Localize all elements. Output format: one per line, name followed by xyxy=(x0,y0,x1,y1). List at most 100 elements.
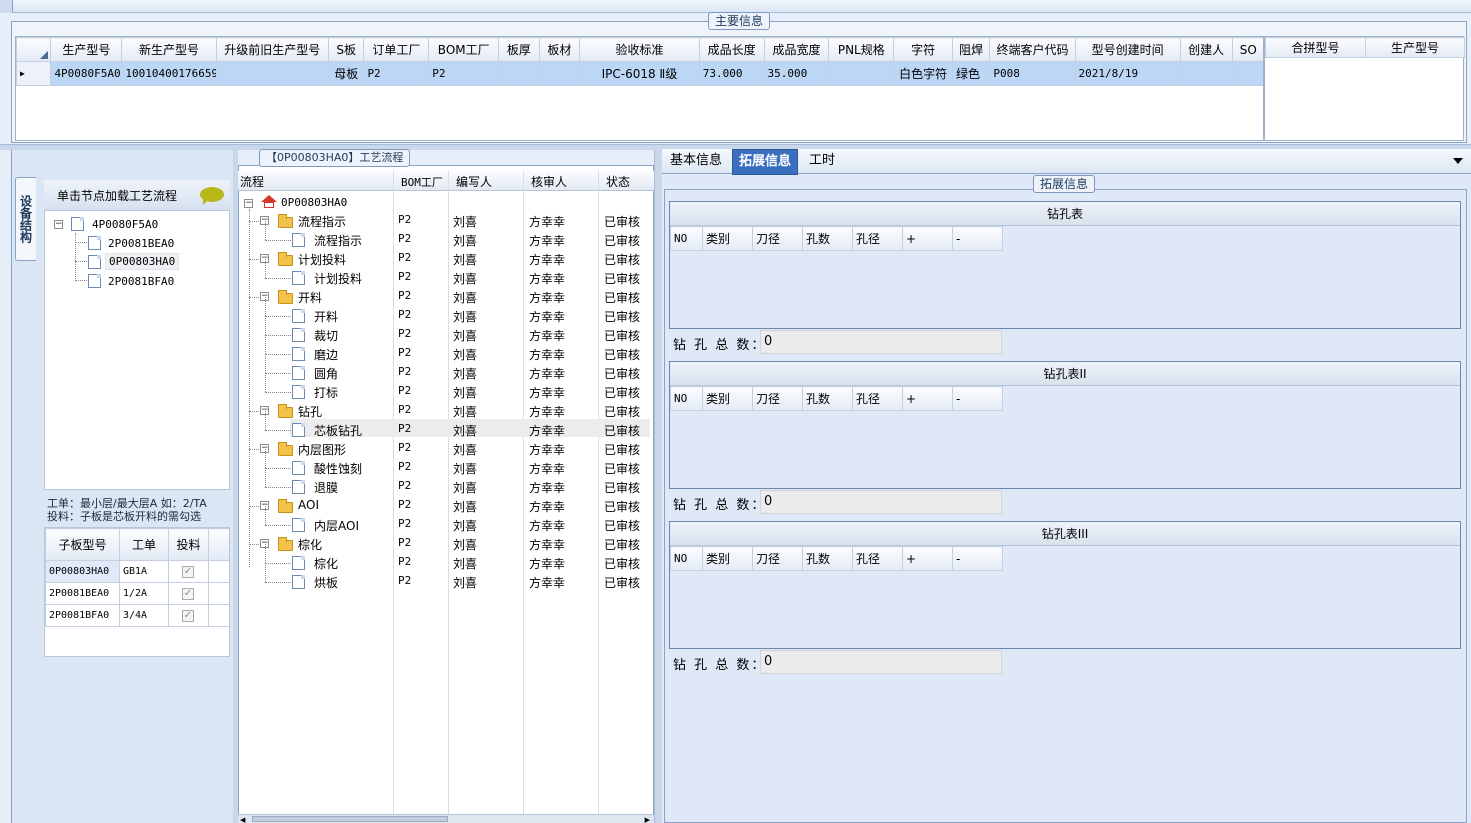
sub-col-header[interactable]: 工单 xyxy=(119,528,169,561)
column-header[interactable]: SO xyxy=(1231,37,1263,62)
column-header[interactable]: 新生产型号 xyxy=(121,37,217,62)
sub-board-row[interactable]: 2P0081BFA0 3/4A ✓ xyxy=(45,604,229,627)
process-row[interactable]: 计划投料 P2 刘喜 方幸幸 已审核 xyxy=(238,259,654,287)
middle-splitter[interactable] xyxy=(654,150,662,823)
column-header[interactable]: 创建人 xyxy=(1179,37,1233,62)
drill-col-header[interactable]: - xyxy=(952,546,1003,571)
drill-col-header[interactable]: - xyxy=(952,386,1003,411)
feed-checkbox[interactable]: ✓ xyxy=(182,588,194,600)
column-header[interactable]: 型号创建时间 xyxy=(1074,37,1181,62)
process-row[interactable]: 棕化 P2 刘喜 方幸幸 已审核 xyxy=(238,544,654,572)
drill-col-header[interactable]: 孔数 xyxy=(802,386,853,411)
process-row[interactable]: 内层AOI P2 刘喜 方幸幸 已审核 xyxy=(238,506,654,534)
process-row[interactable]: 开料 P2 刘喜 方幸幸 已审核 xyxy=(238,297,654,325)
drill-col-header[interactable]: NO xyxy=(670,226,703,251)
tree-node-selected[interactable]: 0P00803HA0 xyxy=(105,253,180,270)
corner-cell[interactable] xyxy=(16,37,52,62)
sub-col-header[interactable]: 子板型号 xyxy=(45,528,120,561)
tree-node[interactable]: 2P0081BFA0 xyxy=(108,275,174,288)
process-col-header[interactable]: 流程 xyxy=(240,173,264,190)
column-header[interactable]: 阻焊 xyxy=(951,37,991,62)
merge-col-header[interactable]: 合拼型号 xyxy=(1265,37,1366,58)
drill-col-header[interactable]: + xyxy=(902,386,953,411)
data-cell[interactable]: 绿色 xyxy=(951,61,991,86)
data-cell[interactable] xyxy=(828,61,895,86)
main-info-data-row[interactable]: ▶ 4P0080F5A0 10010400176659 母板 P2 P2 IPC-6018… xyxy=(16,61,1263,86)
process-row[interactable]: − AOI P2 刘喜 方幸幸 已审核 xyxy=(238,496,654,515)
process-row[interactable]: − 计划投料 P2 刘喜 方幸幸 已审核 xyxy=(238,249,654,268)
drill-col-header[interactable]: 刀径 xyxy=(752,386,803,411)
feed-checkbox[interactable]: ✓ xyxy=(182,566,194,578)
drill-col-header[interactable]: + xyxy=(902,226,953,251)
process-row[interactable]: − 内层图形 P2 刘喜 方幸幸 已审核 xyxy=(238,439,654,458)
process-row[interactable]: − 棕化 P2 刘喜 方幸幸 已审核 xyxy=(238,534,654,553)
data-cell[interactable] xyxy=(538,61,581,86)
row-indicator[interactable]: ▶ xyxy=(16,61,52,86)
drill-total-field[interactable]: 0 xyxy=(760,650,1002,674)
drill-col-header[interactable]: 孔径 xyxy=(852,546,903,571)
data-cell[interactable]: 2021/8/19 xyxy=(1074,61,1181,86)
data-cell[interactable]: P008 xyxy=(989,61,1076,86)
data-cell[interactable]: 73.000 xyxy=(698,61,765,86)
data-cell[interactable] xyxy=(1231,61,1263,86)
column-header[interactable]: PNL规格 xyxy=(828,37,895,62)
collapse-icon[interactable]: − xyxy=(244,199,253,208)
column-header[interactable]: 成品长度 xyxy=(698,37,765,62)
column-header[interactable]: S板 xyxy=(327,37,365,62)
process-row[interactable]: 裁切 P2 刘喜 方幸幸 已审核 xyxy=(238,316,654,344)
process-col-header[interactable]: 状态 xyxy=(606,173,630,190)
drill-total-field[interactable]: 0 xyxy=(760,330,1002,354)
sub-order-cell[interactable]: GB1A xyxy=(119,560,169,583)
sub-order-cell[interactable]: 1/2A xyxy=(119,582,169,605)
data-cell[interactable]: 35.000 xyxy=(763,61,830,86)
drill-col-header[interactable]: - xyxy=(952,226,1003,251)
data-cell[interactable]: IPC-6018 Ⅱ级 xyxy=(579,61,700,86)
process-row[interactable]: 退膜 P2 刘喜 方幸幸 已审核 xyxy=(238,468,654,496)
sub-col-header[interactable]: 投料 xyxy=(168,528,209,561)
data-cell[interactable]: 10010400176659 xyxy=(121,61,217,86)
process-col-header[interactable]: 核审人 xyxy=(531,173,567,190)
column-header[interactable]: 订单工厂 xyxy=(363,37,430,62)
sub-board-row[interactable]: 0P00803HA0 GB1A ✓ xyxy=(45,560,229,583)
drill-col-header[interactable]: 孔径 xyxy=(852,386,903,411)
drill-col-header[interactable]: 孔数 xyxy=(802,226,853,251)
collapse-icon[interactable]: − xyxy=(54,220,63,229)
process-row[interactable]: 圆角 P2 刘喜 方幸幸 已审核 xyxy=(238,354,654,382)
vertical-tab-device-structure[interactable]: 设备结构 xyxy=(15,177,36,261)
scroll-thumb[interactable] xyxy=(252,816,448,822)
process-col-header[interactable]: 编写人 xyxy=(456,173,492,190)
column-header[interactable]: 生产型号 xyxy=(50,37,123,62)
data-cell[interactable]: 4P0080F5A0 xyxy=(50,61,123,86)
sub-order-cell[interactable]: 3/4A xyxy=(119,604,169,627)
data-cell[interactable] xyxy=(498,61,540,86)
process-row[interactable]: 烘板 P2 刘喜 方幸幸 已审核 xyxy=(238,563,654,591)
tab-dropdown-icon[interactable] xyxy=(1453,158,1463,164)
column-header[interactable]: BOM工厂 xyxy=(428,37,500,62)
process-row[interactable]: − 钻孔 P2 刘喜 方幸幸 已审核 xyxy=(238,401,654,420)
process-row[interactable]: 酸性蚀刻 P2 刘喜 方幸幸 已审核 xyxy=(238,449,654,477)
merge-col-header[interactable]: 生产型号 xyxy=(1365,37,1465,58)
process-row[interactable]: 打标 P2 刘喜 方幸幸 已审核 xyxy=(238,373,654,401)
process-row[interactable]: 磨边 P2 刘喜 方幸幸 已审核 xyxy=(238,335,654,363)
tree-root[interactable]: 4P0080F5A0 xyxy=(92,218,158,231)
column-header[interactable]: 终端客户代码 xyxy=(989,37,1076,62)
process-root[interactable]: 0P00803HA0 xyxy=(281,196,347,209)
drill-total-field[interactable]: 0 xyxy=(760,490,1002,514)
drill-col-header[interactable]: 刀径 xyxy=(752,226,803,251)
sub-board-row[interactable]: 2P0081BEA0 1/2A ✓ xyxy=(45,582,229,605)
data-cell[interactable] xyxy=(215,61,329,86)
column-header[interactable]: 板材 xyxy=(538,37,581,62)
process-row[interactable]: − 开料 P2 刘喜 方幸幸 已审核 xyxy=(238,287,654,306)
column-header[interactable]: 板厚 xyxy=(498,37,540,62)
feed-checkbox[interactable]: ✓ xyxy=(182,610,194,622)
tab-extended-info[interactable]: 拓展信息 xyxy=(732,149,799,175)
data-cell[interactable]: 母板 xyxy=(327,61,365,86)
process-row[interactable]: − 流程指示 P2 刘喜 方幸幸 已审核 xyxy=(238,211,654,230)
data-cell[interactable]: P2 xyxy=(363,61,430,86)
process-row[interactable]: 流程指示 P2 刘喜 方幸幸 已审核 xyxy=(238,221,654,249)
drill-col-header[interactable]: 孔径 xyxy=(852,226,903,251)
column-header[interactable]: 成品宽度 xyxy=(763,37,830,62)
process-hscrollbar[interactable]: ◀ ▶ xyxy=(238,814,654,823)
drill-col-header[interactable]: 孔数 xyxy=(802,546,853,571)
drill-col-header[interactable]: + xyxy=(902,546,953,571)
